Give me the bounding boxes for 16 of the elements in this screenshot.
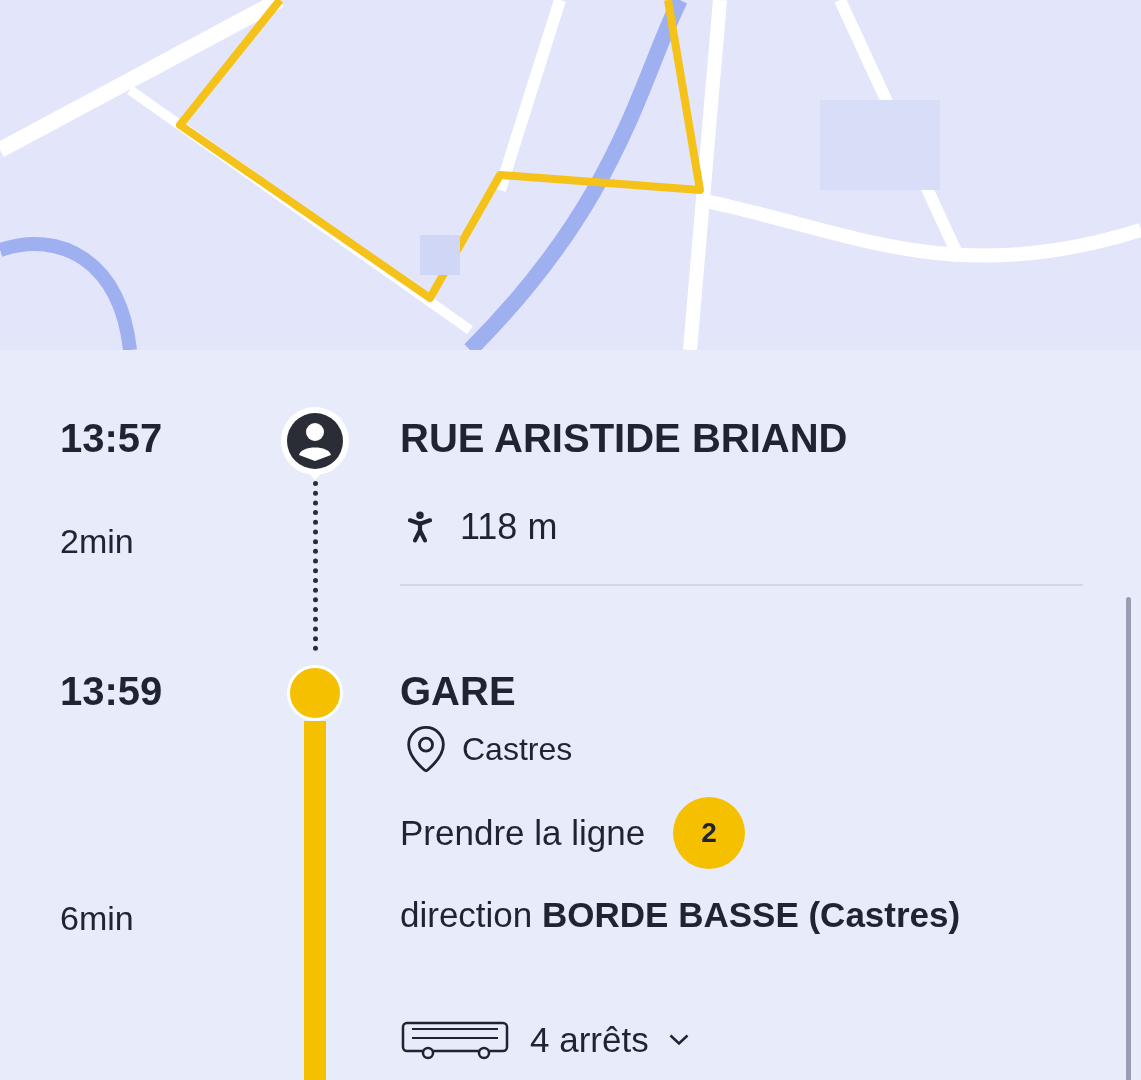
direction-text: direction BORDE BASSE (Castres) xyxy=(400,894,961,936)
walk-distance: 118 m xyxy=(460,505,558,549)
bus-icon xyxy=(400,1019,510,1060)
duration: 6min xyxy=(60,898,134,938)
person-pin-icon xyxy=(279,405,351,481)
line-number-badge: 2 xyxy=(673,797,746,869)
departure-time: 13:57 xyxy=(60,415,163,462)
duration: 2min xyxy=(60,521,134,561)
stops-toggle[interactable]: 4 arrêts xyxy=(400,1013,689,1066)
stop-marker xyxy=(287,665,343,721)
stop-name: RUE ARISTIDE BRIAND xyxy=(400,415,848,462)
city-name: Castres xyxy=(462,730,573,769)
instruction-text: Prendre la ligne xyxy=(400,811,646,854)
departure-time: 13:59 xyxy=(60,668,163,715)
chevron-down-icon xyxy=(668,1034,689,1046)
stop-name: GARE xyxy=(400,668,516,715)
